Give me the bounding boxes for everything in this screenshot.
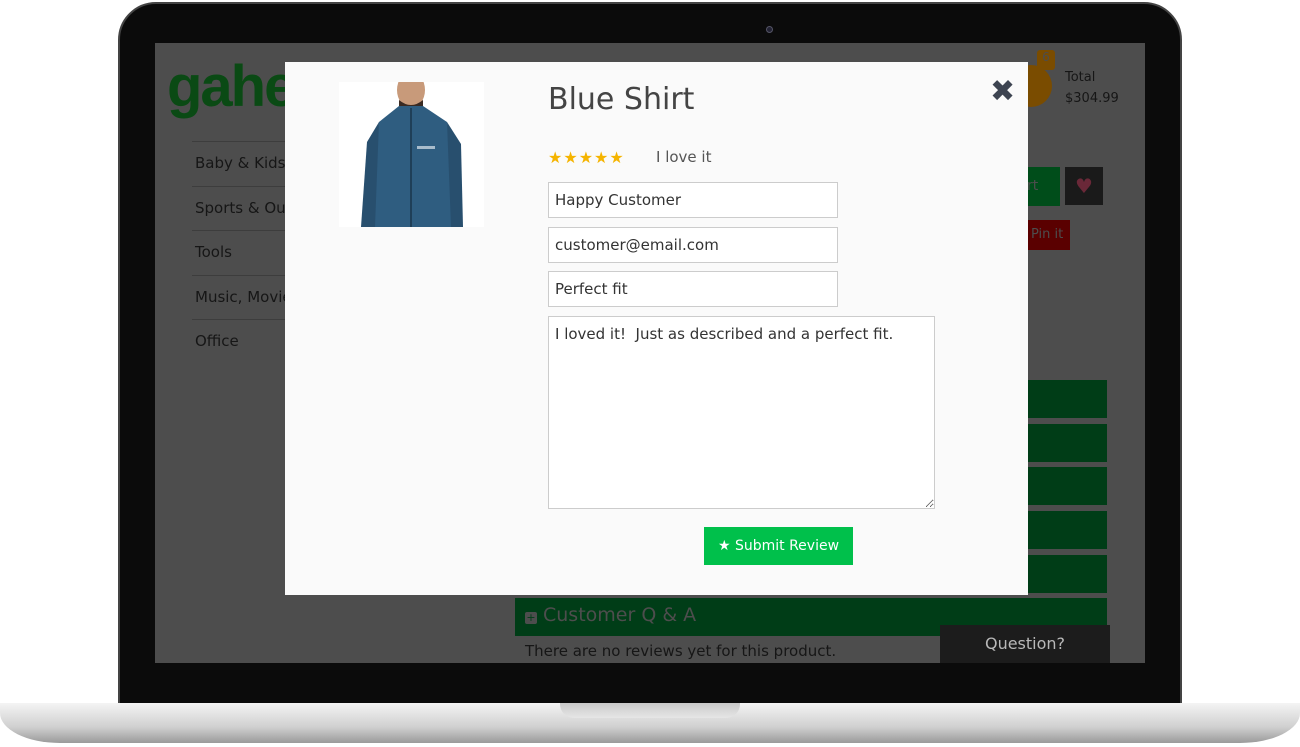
review-modal: Blue Shirt ★★★★★ I love it I loved it! J… <box>285 62 1028 595</box>
sidebar-row: Baby & Kids <box>192 141 285 186</box>
qa-label: Customer Q & A <box>543 604 697 626</box>
product-title: Blue Shirt <box>548 82 695 117</box>
sidebar-row: Office <box>192 319 285 364</box>
product-image <box>339 82 484 227</box>
total-value: $304.99 <box>1065 91 1119 106</box>
star-rating[interactable]: ★★★★★ <box>548 148 625 167</box>
sidebar-item[interactable]: Baby & Kids <box>195 154 285 172</box>
star-icon[interactable]: ★ <box>579 148 594 167</box>
camera <box>766 26 773 33</box>
wishlist-heart-icon[interactable]: ♥ <box>1065 167 1103 205</box>
sidebar-item[interactable]: Music, Movies <box>195 288 299 306</box>
submit-label: Submit Review <box>734 538 840 554</box>
cart-count-badge: 6 <box>1037 50 1055 70</box>
pin-it-button[interactable]: Pin it <box>1028 220 1070 250</box>
laptop-notch <box>560 703 740 718</box>
star-icon: ★ <box>717 538 731 554</box>
sidebar-item[interactable]: Tools <box>195 243 232 261</box>
plus-icon: + <box>525 611 537 624</box>
cart-total: Total $304.99 <box>1065 67 1119 109</box>
star-icon[interactable]: ★ <box>594 148 609 167</box>
no-reviews-text: There are no reviews yet for this produc… <box>525 642 837 660</box>
review-textarea[interactable]: I loved it! Just as described and a perf… <box>548 316 935 509</box>
question-button[interactable]: Question? <box>940 625 1110 663</box>
star-icon[interactable]: ★ <box>548 148 563 167</box>
sidebar-row: Tools <box>192 230 285 275</box>
review-title-input[interactable] <box>548 271 838 307</box>
name-input[interactable] <box>548 182 838 218</box>
rating-text: I love it <box>656 148 712 166</box>
category-sidebar: Baby & Kids Sports & Outdoors Tools Musi… <box>192 141 333 364</box>
sidebar-row: Music, Movies <box>192 274 299 320</box>
submit-review-button[interactable]: ★ Submit Review <box>704 527 853 565</box>
sidebar-item[interactable]: Office <box>195 332 239 350</box>
logo: gahe <box>167 54 296 119</box>
sidebar-row: Sports & Outdoors <box>192 185 333 231</box>
star-icon[interactable]: ★ <box>609 148 624 167</box>
total-label: Total <box>1065 70 1096 85</box>
close-icon[interactable]: ✖ <box>990 74 1015 109</box>
star-icon[interactable]: ★ <box>563 148 578 167</box>
email-input[interactable] <box>548 227 838 263</box>
